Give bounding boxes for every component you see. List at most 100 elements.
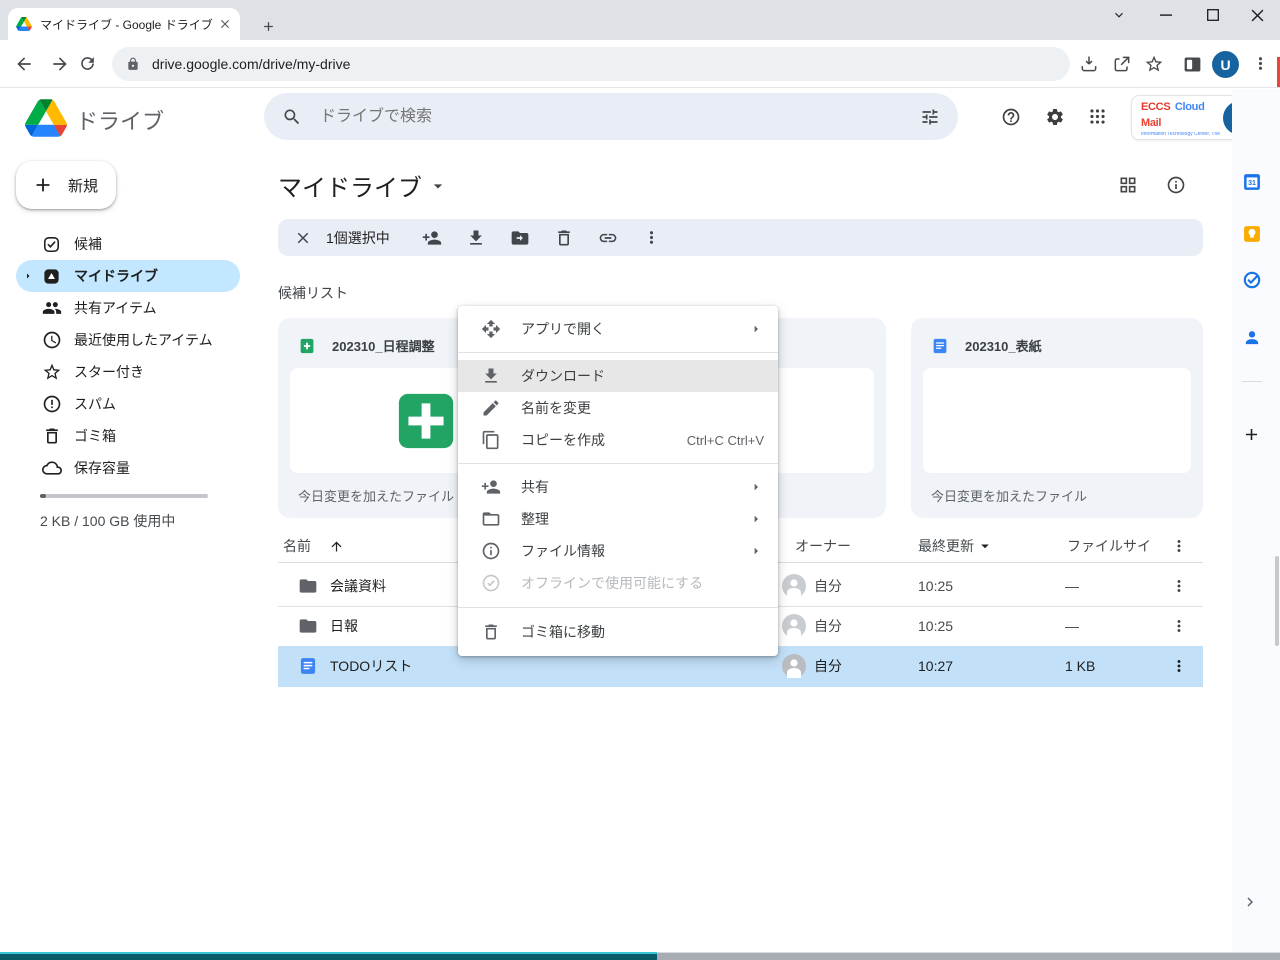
expand-chevron-icon[interactable] bbox=[22, 270, 34, 282]
keep-icon[interactable] bbox=[1242, 224, 1262, 244]
menu-item-download[interactable]: ダウンロード bbox=[458, 360, 778, 392]
tasks-icon[interactable] bbox=[1242, 270, 1262, 290]
bottom-strip-gray bbox=[657, 952, 1280, 960]
search-filter-icon[interactable] bbox=[920, 107, 940, 127]
sheets-logo-large bbox=[395, 390, 457, 452]
suggestions-heading[interactable]: 候補リスト bbox=[278, 283, 348, 303]
url-input[interactable] bbox=[150, 55, 974, 73]
storage-text: 2 KB / 100 GB 使用中 bbox=[40, 511, 175, 531]
side-panel-icon[interactable] bbox=[1182, 54, 1203, 75]
menu-divider bbox=[458, 463, 778, 464]
browser-tab[interactable]: マイドライブ - Google ドライブ bbox=[8, 8, 240, 40]
address-bar[interactable] bbox=[112, 47, 1070, 81]
share-person-add-icon[interactable] bbox=[422, 228, 442, 248]
column-header-size[interactable]: ファイルサイ bbox=[1067, 530, 1151, 562]
browser-profile-avatar[interactable]: U bbox=[1212, 51, 1239, 78]
window-maximize-button[interactable] bbox=[1190, 0, 1236, 30]
search-input[interactable] bbox=[318, 107, 920, 127]
drive-favicon bbox=[16, 17, 32, 31]
column-header-name[interactable]: 名前 bbox=[283, 530, 344, 562]
browser-menu-icon[interactable] bbox=[1251, 54, 1270, 73]
window-minimize-button[interactable] bbox=[1143, 0, 1189, 30]
tab-close-icon[interactable] bbox=[218, 17, 232, 31]
grid-view-icon[interactable] bbox=[1118, 175, 1138, 195]
my-drive-icon bbox=[42, 267, 61, 286]
sidebar-item-my-drive[interactable]: マイドライブ bbox=[16, 260, 240, 292]
context-menu: アプリで開く ダウンロード 名前を変更 コピーを作成 Ctrl+C Ctrl+V bbox=[458, 306, 778, 656]
file-size: 1 KB bbox=[1065, 646, 1095, 686]
delete-icon[interactable] bbox=[554, 228, 574, 248]
move-to-folder-icon[interactable] bbox=[510, 228, 530, 248]
window-close-button[interactable] bbox=[1234, 0, 1280, 30]
back-button[interactable] bbox=[14, 54, 34, 74]
sidebar-item-shared[interactable]: 共有アイテム bbox=[16, 292, 240, 324]
tab-strip: マイドライブ - Google ドライブ bbox=[0, 0, 1280, 40]
menu-item-organize[interactable]: 整理 bbox=[458, 503, 778, 535]
sidebar-item-trash[interactable]: ゴミ箱 bbox=[16, 420, 240, 452]
help-icon[interactable] bbox=[1001, 107, 1021, 127]
sort-ascending-icon bbox=[329, 539, 344, 554]
file-modified: 10:25 bbox=[918, 566, 953, 606]
menu-item-move-to-trash[interactable]: ゴミ箱に移動 bbox=[458, 616, 778, 648]
file-owner: 自分 bbox=[814, 646, 842, 686]
sidebar-item-recent[interactable]: 最近使用したアイテム bbox=[16, 324, 240, 356]
menu-item-rename[interactable]: 名前を変更 bbox=[458, 392, 778, 424]
details-info-icon[interactable] bbox=[1166, 175, 1186, 195]
bottom-strip-teal bbox=[0, 952, 657, 960]
sidebar-item-starred[interactable]: スター付き bbox=[16, 356, 240, 388]
reload-button[interactable] bbox=[78, 54, 97, 73]
folder-icon bbox=[298, 566, 318, 606]
search-icon[interactable] bbox=[282, 107, 302, 127]
menu-item-make-copy[interactable]: コピーを作成 Ctrl+C Ctrl+V bbox=[458, 424, 778, 456]
forward-button[interactable] bbox=[50, 54, 70, 74]
settings-gear-icon[interactable] bbox=[1045, 107, 1065, 127]
page-title[interactable]: マイドライブ bbox=[278, 168, 448, 203]
checkbox-check-icon bbox=[42, 235, 61, 254]
row-menu-icon[interactable] bbox=[1170, 566, 1188, 606]
search-bar[interactable] bbox=[264, 93, 958, 140]
rail-collapse-chevron-icon[interactable] bbox=[1242, 894, 1258, 910]
card-footer: 今日変更を加えたファイル bbox=[298, 486, 454, 505]
sidebar-item-storage[interactable]: 保存容量 bbox=[16, 452, 240, 484]
row-menu-icon[interactable] bbox=[1170, 646, 1188, 686]
file-name: 会議資料 bbox=[330, 566, 386, 606]
submenu-arrow-icon bbox=[748, 543, 764, 559]
column-header-owner[interactable]: オーナー bbox=[795, 530, 851, 562]
menu-item-share[interactable]: 共有 bbox=[458, 471, 778, 503]
submenu-arrow-icon bbox=[748, 511, 764, 527]
plus-icon bbox=[32, 174, 54, 196]
contacts-icon[interactable] bbox=[1242, 328, 1262, 348]
column-settings-icon[interactable] bbox=[1170, 537, 1188, 555]
offline-check-icon bbox=[481, 573, 501, 593]
lock-icon[interactable] bbox=[126, 57, 140, 71]
calendar-icon[interactable]: 31 bbox=[1242, 172, 1262, 192]
column-header-modified[interactable]: 最終更新 bbox=[918, 530, 994, 562]
downloads-icon[interactable] bbox=[1079, 54, 1099, 74]
sidebar-item-suggestions[interactable]: 候補 bbox=[16, 228, 240, 260]
bookmark-star-icon[interactable] bbox=[1144, 54, 1164, 74]
menu-item-offline: オフラインで使用可能にする bbox=[458, 567, 778, 599]
new-tab-button[interactable] bbox=[261, 19, 276, 34]
drive-logo bbox=[25, 99, 67, 137]
card-preview[interactable] bbox=[923, 368, 1191, 473]
rail-add-icon[interactable] bbox=[1242, 425, 1261, 444]
tab-search-chevron-icon[interactable] bbox=[1096, 0, 1142, 30]
sidebar-item-spam[interactable]: スパム bbox=[16, 388, 240, 420]
app-name: ドライブ bbox=[76, 104, 164, 136]
file-size: — bbox=[1065, 566, 1079, 606]
suggestion-card-doc[interactable]: 202310_表紙 今日変更を加えたファイル bbox=[911, 318, 1203, 518]
clock-icon bbox=[42, 330, 62, 350]
clear-selection-icon[interactable] bbox=[294, 229, 312, 247]
apps-grid-icon[interactable] bbox=[1088, 107, 1107, 126]
menu-item-open-with[interactable]: アプリで開く bbox=[458, 313, 778, 345]
more-actions-icon[interactable] bbox=[642, 228, 661, 247]
side-rail bbox=[1232, 89, 1280, 952]
get-link-icon[interactable] bbox=[598, 228, 618, 248]
scrollbar-thumb[interactable] bbox=[1275, 556, 1279, 646]
download-icon[interactable] bbox=[466, 228, 486, 248]
row-menu-icon[interactable] bbox=[1170, 606, 1188, 646]
sheets-file-icon bbox=[298, 337, 316, 355]
new-button[interactable]: 新規 bbox=[16, 161, 116, 209]
share-icon[interactable] bbox=[1112, 54, 1132, 74]
menu-item-file-info[interactable]: ファイル情報 bbox=[458, 535, 778, 567]
